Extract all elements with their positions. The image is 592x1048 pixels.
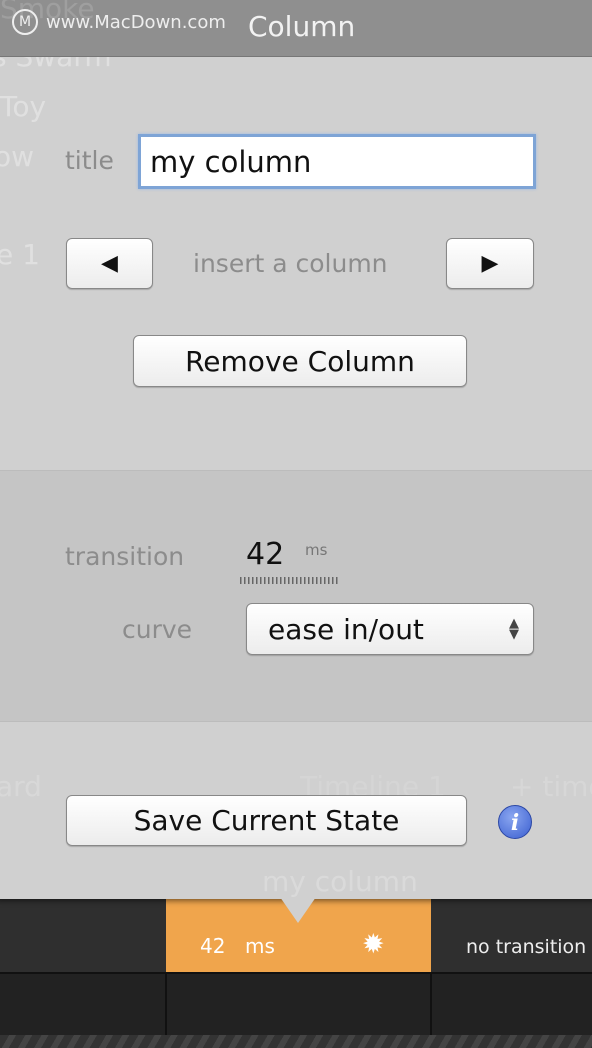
- ghost-text: Toy: [0, 90, 47, 123]
- watermark: Mwww.MacDown.com: [12, 9, 226, 35]
- next-cell-transition: no transition: [466, 936, 587, 958]
- window-title: Column: [248, 10, 356, 43]
- watermark-text: www.MacDown.com: [46, 11, 226, 33]
- curve-label: curve: [122, 615, 193, 644]
- macdown-logo-icon: M: [12, 9, 38, 35]
- transition-unit: ms: [305, 541, 328, 559]
- ghost-text: ard: [0, 770, 42, 803]
- title-label: title: [65, 146, 114, 175]
- triangle-left-icon: ◀: [101, 251, 118, 276]
- title-input[interactable]: [138, 134, 536, 189]
- save-current-state-button[interactable]: Save Current State: [66, 795, 467, 846]
- cell-transition-value: 42: [200, 934, 226, 958]
- triangle-right-icon: ▶: [481, 251, 499, 276]
- ghost-text: + time: [510, 770, 592, 803]
- insert-column-label: insert a column: [193, 249, 388, 278]
- timeline-row: [0, 972, 592, 1035]
- remove-column-button[interactable]: Remove Column: [133, 335, 467, 387]
- gear-icon[interactable]: ✹: [362, 931, 385, 958]
- insert-left-button[interactable]: ◀: [66, 238, 153, 289]
- cell-transition-unit: ms: [245, 934, 275, 958]
- transition-scrubber[interactable]: [240, 577, 340, 584]
- transition-section: [0, 470, 592, 722]
- popover-arrow: [280, 897, 316, 923]
- transition-value[interactable]: 42: [246, 537, 284, 572]
- curve-value: ease in/out: [268, 612, 424, 646]
- transition-label: transition: [65, 542, 185, 571]
- timeline-row-striped: [0, 1035, 592, 1048]
- insert-right-button[interactable]: ▶: [446, 238, 534, 289]
- curve-select[interactable]: ease in/out ▲ ▼: [246, 603, 534, 655]
- ghost-text: e 1: [0, 238, 40, 271]
- ghost-text: ow: [0, 140, 35, 173]
- info-icon[interactable]: i: [498, 805, 532, 839]
- ghost-text: my column: [262, 865, 418, 898]
- updown-arrows-icon: ▲ ▼: [509, 616, 519, 642]
